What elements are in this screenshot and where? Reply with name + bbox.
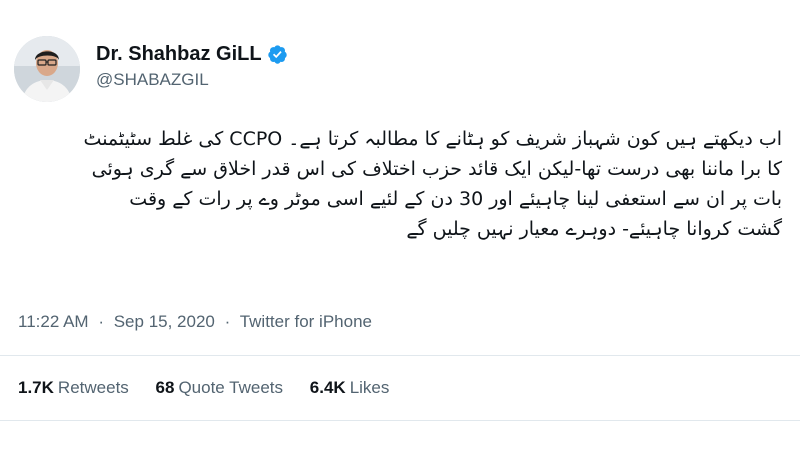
tweet-source[interactable]: Twitter for iPhone xyxy=(240,312,372,331)
display-name[interactable]: Dr. Shahbaz GiLL xyxy=(96,43,262,66)
tweet-card: Dr. Shahbaz GiLL @SHABAZGIL اب دیکھتے ہی… xyxy=(0,0,800,450)
meta-separator: · xyxy=(98,312,104,331)
engagement-stats: 1.7K Retweets 68 Quote Tweets 6.4K Likes xyxy=(18,378,411,398)
tweet-text-line: کا برا ماننا بھی درست تھا-لیکن ایک قائد … xyxy=(91,158,782,180)
quote-tweets-count: 68 xyxy=(155,378,175,397)
avatar[interactable] xyxy=(14,36,80,102)
profile-photo-avatar xyxy=(14,36,80,102)
retweets-stat[interactable]: 1.7K Retweets xyxy=(18,378,129,397)
likes-count: 6.4K xyxy=(309,378,346,397)
retweets-label: Retweets xyxy=(57,378,129,397)
quote-tweets-label: Quote Tweets xyxy=(178,378,284,397)
tweet-meta: 11:22 AM · Sep 15, 2020 · Twitter for iP… xyxy=(18,312,372,332)
tweet-text-line: گشت کروانا چاہیئے- دوہرے معیار نہیں چلیں… xyxy=(406,218,782,240)
tweet-text: اب دیکھتے ہیں کون شہباز شریف کو ہٹانے کا… xyxy=(20,124,782,244)
tweet-time[interactable]: 11:22 AM xyxy=(18,312,89,331)
tweet-date[interactable]: Sep 15, 2020 xyxy=(114,312,215,331)
likes-label: Likes xyxy=(349,378,390,397)
verified-badge-icon xyxy=(267,44,288,65)
divider xyxy=(0,420,800,421)
display-name-row[interactable]: Dr. Shahbaz GiLL xyxy=(96,42,288,66)
likes-stat[interactable]: 6.4K Likes xyxy=(310,378,390,397)
divider xyxy=(0,355,800,356)
meta-separator: · xyxy=(224,312,231,331)
quote-tweets-stat[interactable]: 68 Quote Tweets xyxy=(156,378,284,397)
user-handle[interactable]: @SHABAZGIL xyxy=(96,70,209,90)
tweet-text-line: اب دیکھتے ہیں کون شہباز شریف کو ہٹانے کا… xyxy=(83,128,782,150)
retweets-count: 1.7K xyxy=(18,378,54,397)
tweet-text-line: بات پر ان سے استعفی لینا چاہیئے اور 30 د… xyxy=(129,188,782,210)
